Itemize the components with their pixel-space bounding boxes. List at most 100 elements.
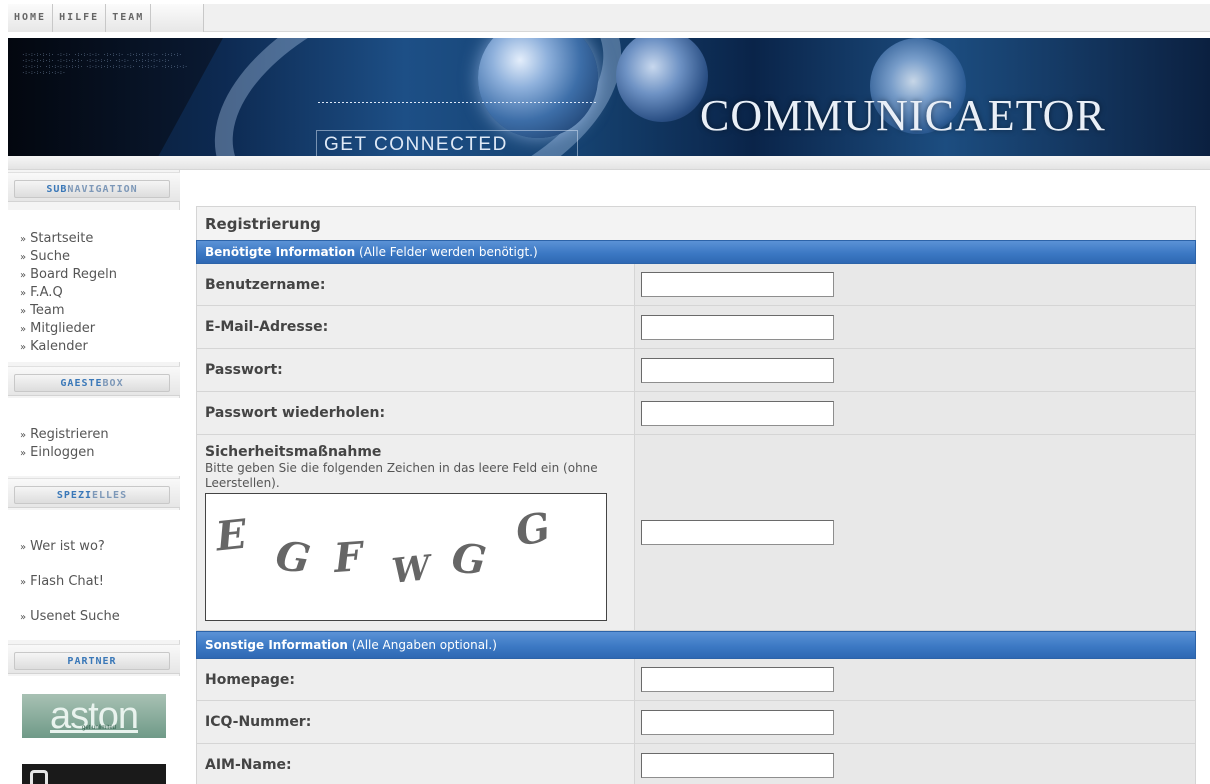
sidebar-item-team[interactable]: » Team xyxy=(8,302,180,320)
sidebar-item-usenet-suche[interactable]: » Usenet Suche xyxy=(8,608,180,626)
field-label: ICQ-Nummer: xyxy=(197,701,635,743)
sidebar-heading-spezielles: SPEZIELLES xyxy=(8,478,180,508)
sidebar-item-board-regeln[interactable]: » Board Regeln xyxy=(8,266,180,284)
banner-tagline: GET CONNECTED xyxy=(324,134,508,155)
section-label: Sonstige Information xyxy=(205,638,348,652)
nav-team-link[interactable]: TEAM xyxy=(106,4,152,32)
section-required-header: Benötigte Information (Alle Felder werde… xyxy=(196,240,1196,264)
field-row-password: Passwort: xyxy=(196,349,1196,392)
field-label: Benutzername: xyxy=(197,264,635,305)
captcha-char: E xyxy=(213,510,249,561)
sidebar-item-kalender[interactable]: » Kalender xyxy=(8,338,180,356)
sidebar-item-label: Einloggen xyxy=(30,445,95,460)
username-input[interactable] xyxy=(641,272,834,297)
sidebar: SUBNAVIGATION » Startseite » Suche » Board … xyxy=(8,170,180,784)
field-row-aim: AIM-Name: xyxy=(196,744,1196,784)
icq-input[interactable] xyxy=(641,709,834,735)
section-note: (Alle Angaben optional.) xyxy=(351,638,497,652)
captcha-char: W xyxy=(390,548,433,592)
arrow-icon: » xyxy=(20,252,27,263)
sidebar-item-faq[interactable]: » F.A.Q xyxy=(8,284,180,302)
arrow-icon: » xyxy=(20,306,27,317)
section-note: (Alle Felder werden benötigt.) xyxy=(359,245,538,259)
sidebar-item-label: F.A.Q xyxy=(30,285,63,300)
sidebar-item-mitglieder[interactable]: » Mitglieder xyxy=(8,320,180,338)
captcha-description: Bitte geben Sie die folgenden Zeichen in… xyxy=(205,461,598,490)
field-label: Homepage: xyxy=(197,659,635,700)
subnav-list: » Startseite » Suche » Board Regeln » F.A.Q … xyxy=(8,210,180,362)
arrow-icon: » xyxy=(20,430,27,441)
top-navigation: HOME HILFE TEAM xyxy=(8,4,1210,32)
sidebar-item-label: Usenet Suche xyxy=(30,609,120,624)
arrow-icon: » xyxy=(20,270,27,281)
field-label: Passwort: xyxy=(197,349,635,391)
sidebar-item-wer-ist-wo[interactable]: » Wer ist wo? xyxy=(8,538,180,556)
sidebar-item-label: Team xyxy=(30,303,65,318)
heading-text: NAVIGATION xyxy=(67,184,138,195)
sidebar-item-label: Registrieren xyxy=(30,427,109,442)
captcha-char: F xyxy=(332,533,365,582)
arrow-icon: » xyxy=(20,448,27,459)
heading-text: ELLES xyxy=(92,490,128,501)
form-title: Registrierung xyxy=(196,206,1196,240)
sidebar-item-suche[interactable]: » Suche xyxy=(8,248,180,266)
captcha-input[interactable] xyxy=(641,520,834,545)
sidebar-item-label: Suche xyxy=(30,249,71,264)
arrow-icon: » xyxy=(20,234,27,245)
sidebar-item-registrieren[interactable]: » Registrieren xyxy=(8,426,180,444)
heading-accent: GAESTE xyxy=(60,378,103,389)
captcha-char: G xyxy=(272,531,314,584)
banner-dotted-line xyxy=(318,102,598,103)
field-row-password-repeat: Passwort wiederholen: xyxy=(196,392,1196,435)
banner-bottom-strip xyxy=(8,156,1210,170)
field-label: Passwort wiederholen: xyxy=(197,392,635,434)
partner-icon xyxy=(30,770,48,784)
section-label: Benötigte Information xyxy=(205,245,356,259)
arrow-icon: » xyxy=(20,577,27,588)
password-input[interactable] xyxy=(641,357,834,383)
heading-text: BOX xyxy=(102,378,124,389)
password-repeat-input[interactable] xyxy=(641,400,834,426)
nav-home-link[interactable]: HOME xyxy=(8,4,54,32)
sidebar-heading-partner: PARTNER xyxy=(8,644,180,674)
field-row-username: Benutzername: xyxy=(196,264,1196,306)
sidebar-item-label: Startseite xyxy=(30,231,94,246)
partner-logo-subtext: get unlimited xyxy=(82,725,117,731)
sidebar-heading-guestbox: GAESTEBOX xyxy=(8,366,180,396)
sidebar-item-einloggen[interactable]: » Einloggen xyxy=(8,444,180,462)
heading-accent: SPEZI xyxy=(56,490,92,501)
captcha-image: E G F W G G xyxy=(205,493,607,621)
registration-form: Registrierung Benötigte Information (All… xyxy=(196,206,1196,784)
captcha-char: G xyxy=(512,503,554,556)
section-optional-header: Sonstige Information (Alle Angaben optio… xyxy=(196,631,1196,659)
partner-logo-aston[interactable]: aston get unlimited xyxy=(22,694,166,738)
captcha-char: G xyxy=(449,534,489,585)
sidebar-item-label: Mitglieder xyxy=(30,321,96,336)
arrow-icon: » xyxy=(20,324,27,335)
arrow-icon: » xyxy=(20,288,27,299)
captcha-title: Sicherheitsmaßnahme xyxy=(205,444,382,460)
field-label: E-Mail-Adresse: xyxy=(197,306,635,348)
nav-hilfe-link[interactable]: HILFE xyxy=(53,4,107,32)
globe-graphic xyxy=(616,38,708,122)
arrow-icon: » xyxy=(20,612,27,623)
field-row-email: E-Mail-Adresse: xyxy=(196,306,1196,349)
heading-accent: SUB xyxy=(46,184,68,195)
partner-logo-secondary[interactable] xyxy=(22,764,166,784)
aim-input[interactable] xyxy=(641,752,834,778)
arrow-icon: » xyxy=(20,342,27,353)
heading-accent: PARTNER xyxy=(67,656,117,667)
sidebar-item-label: Board Regeln xyxy=(30,267,118,282)
sidebar-item-label: Wer ist wo? xyxy=(30,539,105,554)
sidebar-item-flash-chat[interactable]: » Flash Chat! xyxy=(8,573,180,591)
email-input[interactable] xyxy=(641,314,834,340)
field-row-icq: ICQ-Nummer: xyxy=(196,701,1196,744)
special-list: » Wer ist wo? » Flash Chat! » Usenet Suche xyxy=(8,510,180,640)
header-banner: ·:·:·:·:·:· ·:·:· ·:·:·:·:· ·:·:·:· ·:·:… xyxy=(8,38,1210,156)
sidebar-item-startseite[interactable]: » Startseite xyxy=(8,230,180,248)
homepage-input[interactable] xyxy=(641,667,834,692)
partner-logo-text: aston xyxy=(50,694,139,737)
guestbox-list: » Registrieren » Einloggen xyxy=(8,398,180,476)
site-logo: COMMUNICAETOR xyxy=(700,91,1106,140)
sidebar-item-label: Kalender xyxy=(30,339,88,354)
